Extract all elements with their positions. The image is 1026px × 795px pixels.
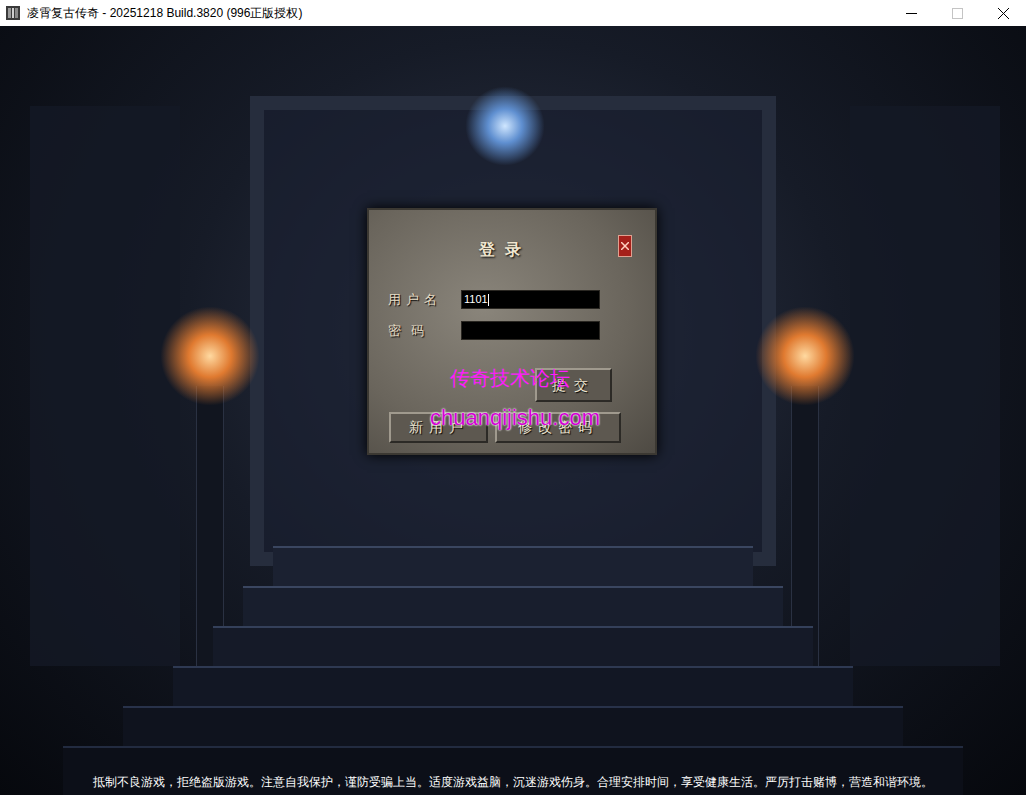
dialog-close-button[interactable] xyxy=(618,235,632,257)
stair-step xyxy=(213,626,813,666)
field-row: 用户名 1101 xyxy=(388,290,655,309)
close-icon xyxy=(621,242,629,250)
field-label: 密码 xyxy=(388,321,461,341)
orb-glow xyxy=(465,86,545,166)
stair-step xyxy=(273,546,753,586)
title-bar: 凌霄复古传奇 - 20251218 Build.3820 (996正版授权) xyxy=(0,0,1026,26)
stair-step xyxy=(123,706,903,746)
left-wall xyxy=(30,106,180,666)
right-wall xyxy=(850,106,1000,666)
minimize-button[interactable] xyxy=(888,0,934,26)
stair-step xyxy=(173,666,853,706)
app-window: 凌霄复古传奇 - 20251218 Build.3820 (996正版授权) xyxy=(0,0,1026,795)
dialog-header: 登录 xyxy=(369,210,655,262)
text-caret xyxy=(488,294,489,306)
window-controls xyxy=(888,0,1026,26)
maximize-button[interactable] xyxy=(934,0,980,26)
app-icon xyxy=(5,5,21,21)
health-notice: 抵制不良游戏，拒绝盗版游戏。注意自我保护，谨防受骗上当。适度游戏益脑，沉迷游戏伤… xyxy=(0,773,1026,791)
close-window-button[interactable] xyxy=(980,0,1026,26)
stair-step xyxy=(243,586,783,626)
username-input[interactable]: 1101 xyxy=(461,290,600,309)
stairs xyxy=(0,546,1026,795)
left-torch-glow xyxy=(160,306,260,406)
right-torch-glow xyxy=(755,306,855,406)
maximize-icon xyxy=(952,8,963,19)
window-title: 凌霄复古传奇 - 20251218 Build.3820 (996正版授权) xyxy=(27,4,888,22)
dialog-title: 登录 xyxy=(479,238,531,262)
password-input[interactable] xyxy=(461,321,600,340)
field-label: 用户名 xyxy=(388,290,461,310)
field-row: 密码 xyxy=(388,321,655,340)
watermark-url: chuanqijishu.com xyxy=(395,401,635,434)
watermark-title: 传奇技术论坛 xyxy=(410,363,610,393)
game-scene: 登录 用户名 1101 密码 xyxy=(0,26,1026,795)
login-fields: 用户名 1101 密码 xyxy=(369,290,655,340)
close-icon xyxy=(998,8,1009,19)
field-value: 1101 xyxy=(464,291,488,308)
minimize-icon xyxy=(906,8,917,19)
